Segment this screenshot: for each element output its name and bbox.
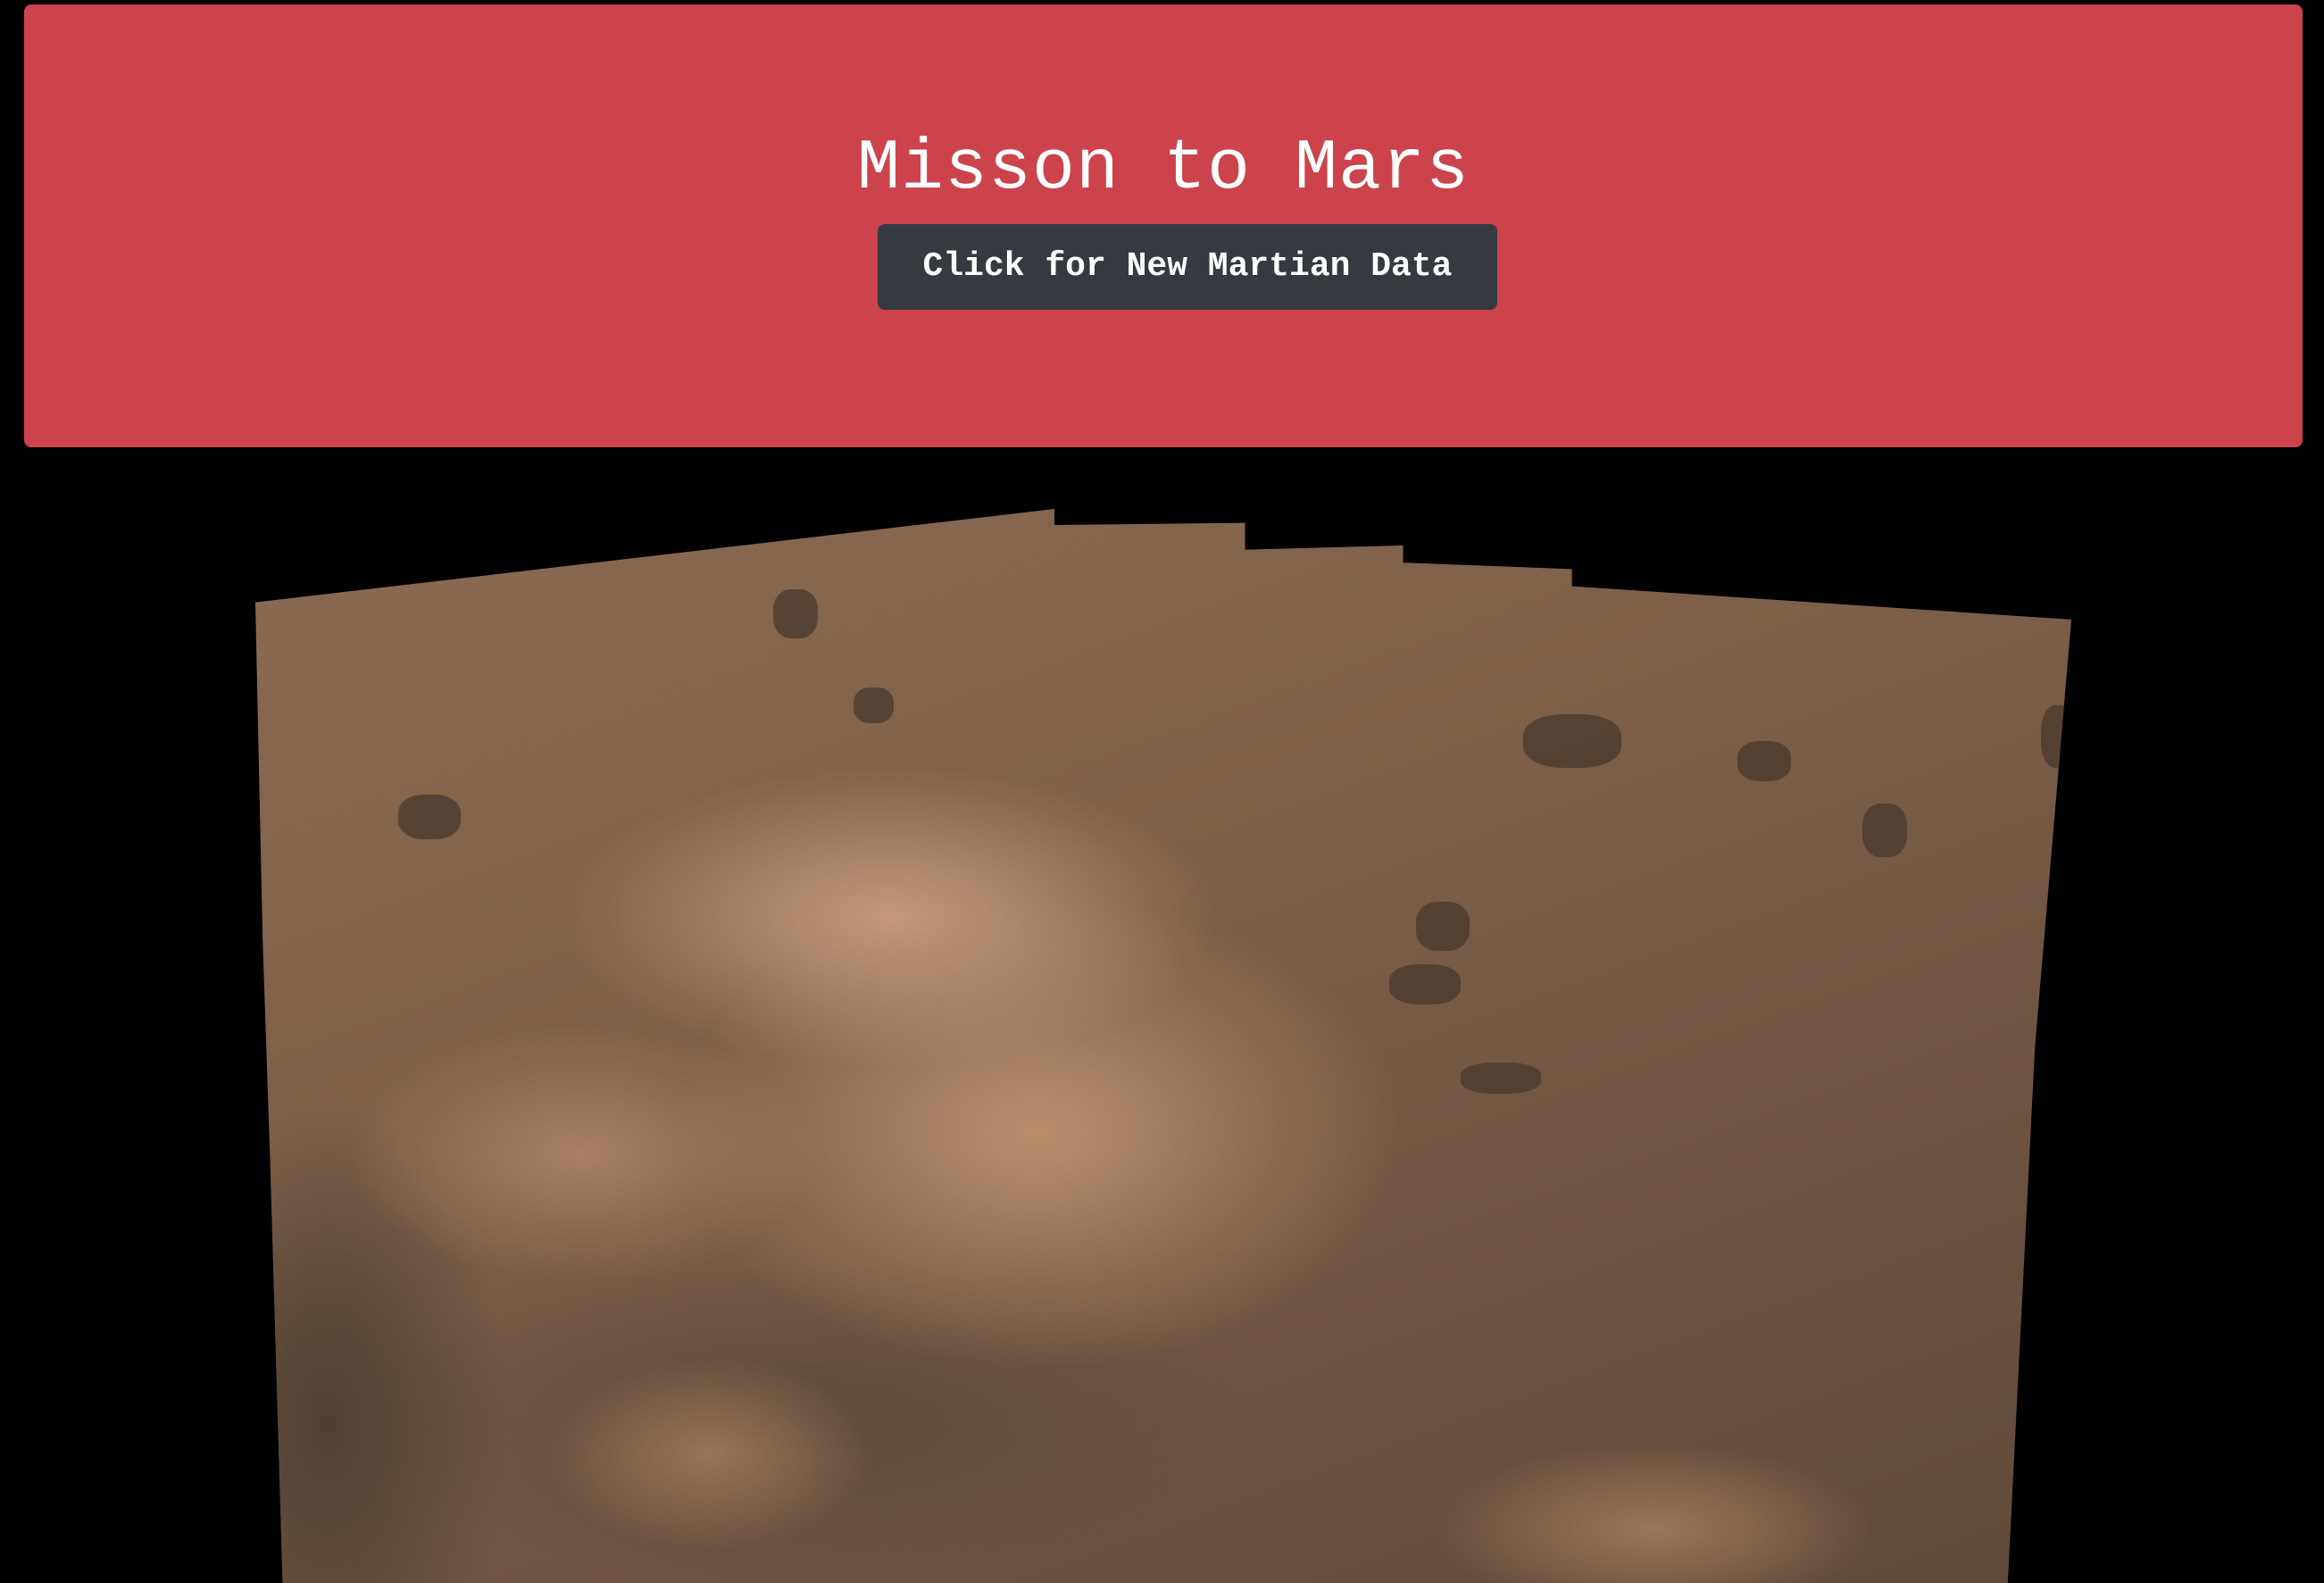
rock-shape [1461, 1062, 1541, 1094]
rock-shape [398, 795, 461, 839]
rock-shape [854, 687, 894, 723]
rock-shape [1389, 964, 1461, 1004]
rock-shape [1737, 741, 1791, 781]
rock-shape [773, 589, 818, 638]
scrape-new-data-button[interactable]: Click for New Martian Data [878, 224, 1497, 310]
featured-mars-image [255, 509, 2071, 1583]
rock-shape [1416, 902, 1470, 951]
rock-shape [2041, 705, 2071, 768]
page-title: Misson to Mars [856, 129, 1470, 210]
header-jumbotron: Misson to Mars Click for New Martian Dat… [24, 4, 2303, 447]
rock-shape [1523, 714, 1621, 768]
rock-shape [1862, 804, 1907, 857]
